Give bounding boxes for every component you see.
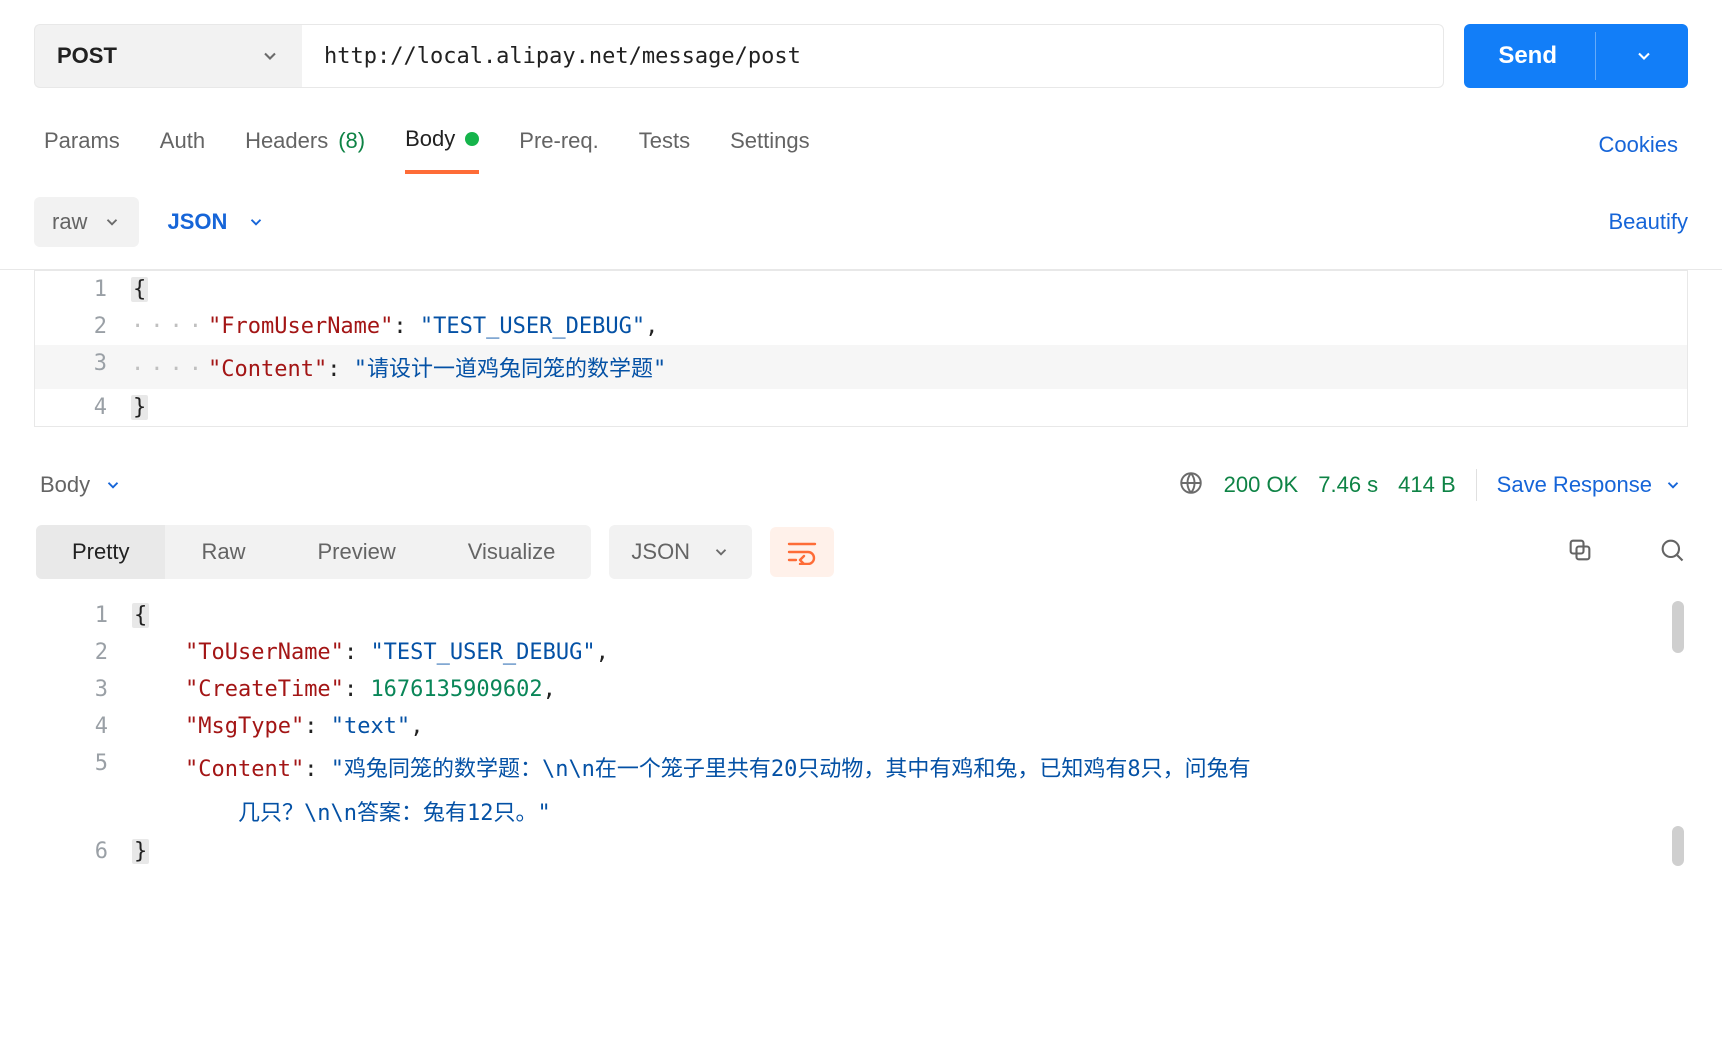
chevron-down-icon (712, 543, 730, 561)
seg-label: Visualize (468, 539, 556, 564)
tab-body[interactable]: Body (405, 116, 479, 174)
copy-icon[interactable] (1566, 536, 1594, 569)
code-line-wrap: 几只？\n\n答案：兔有12只。" (132, 789, 1686, 833)
wrap-lines-button[interactable] (770, 527, 834, 577)
seg-label: Raw (201, 539, 245, 564)
save-response-label: Save Response (1497, 472, 1652, 498)
body-mode-dropdown[interactable]: raw (34, 197, 139, 247)
seg-label: Preview (317, 539, 395, 564)
line-number: 2 (36, 634, 132, 671)
send-button[interactable]: Send (1464, 24, 1688, 88)
tab-label: Settings (730, 128, 810, 154)
tab-auth[interactable]: Auth (160, 118, 205, 172)
chevron-down-icon (1634, 46, 1654, 66)
tab-label: Tests (639, 128, 690, 154)
divider (1476, 469, 1477, 501)
beautify-label: Beautify (1609, 209, 1689, 234)
code-line: } (131, 389, 1687, 426)
code-line: "Content": "鸡兔同笼的数学题：\n\n在一个笼子里共有20只动物，其… (132, 745, 1686, 789)
code-line: { (132, 597, 1686, 634)
send-button-label: Send (1498, 42, 1557, 70)
chevron-down-icon (103, 213, 121, 231)
tab-label: Body (405, 126, 455, 152)
line-number: 1 (36, 597, 132, 634)
response-size: 414 B (1398, 472, 1456, 498)
http-method-dropdown[interactable]: POST (34, 24, 302, 88)
tab-label: Params (44, 128, 120, 154)
divider (1595, 32, 1596, 80)
tab-settings[interactable]: Settings (730, 118, 810, 172)
beautify-link[interactable]: Beautify (1609, 209, 1689, 235)
cookies-label: Cookies (1599, 132, 1678, 157)
line-number: 3 (36, 671, 132, 708)
code-line: ····"Content": "请设计一道鸡兔同笼的数学题" (131, 345, 1687, 389)
seg-preview[interactable]: Preview (281, 525, 431, 579)
line-number: 1 (35, 271, 131, 308)
tab-headers[interactable]: Headers (8) (245, 118, 365, 172)
chevron-down-icon (1664, 476, 1682, 494)
line-number: 2 (35, 308, 131, 345)
modified-dot-icon (465, 132, 479, 146)
cookies-link[interactable]: Cookies (1599, 132, 1678, 158)
line-number: 3 (35, 345, 131, 382)
response-time: 7.46 s (1318, 472, 1378, 498)
search-icon[interactable] (1658, 536, 1686, 569)
save-response-dropdown[interactable]: Save Response (1497, 472, 1682, 498)
tab-label: Headers (245, 128, 328, 154)
tab-tests[interactable]: Tests (639, 118, 690, 172)
chevron-down-icon (247, 213, 265, 231)
code-line: ····"FromUserName": "TEST_USER_DEBUG", (131, 308, 1687, 345)
line-number (36, 789, 132, 801)
request-body-editor[interactable]: 1 { 2 ····"FromUserName": "TEST_USER_DEB… (34, 270, 1688, 427)
response-format-dropdown[interactable]: JSON (609, 525, 752, 579)
response-status: 200 OK (1224, 472, 1299, 498)
line-number: 4 (36, 708, 132, 745)
line-number: 6 (36, 833, 132, 870)
tab-label: Auth (160, 128, 205, 154)
tab-prerequest[interactable]: Pre-req. (519, 118, 598, 172)
tab-params[interactable]: Params (44, 118, 120, 172)
seg-pretty[interactable]: Pretty (36, 525, 165, 579)
line-number: 4 (35, 389, 131, 426)
code-line: { (131, 271, 1687, 308)
seg-raw[interactable]: Raw (165, 525, 281, 579)
seg-label: Pretty (72, 539, 129, 564)
code-line: "CreateTime": 1676135909602, (132, 671, 1686, 708)
response-section-dropdown[interactable]: Body (40, 472, 122, 498)
response-view-segmented: Pretty Raw Preview Visualize (36, 525, 591, 579)
http-method-label: POST (57, 43, 117, 69)
body-format-label: JSON (167, 209, 227, 235)
body-mode-label: raw (52, 209, 87, 235)
code-line: "MsgType": "text", (132, 708, 1686, 745)
tab-label: Pre-req. (519, 128, 598, 154)
line-number: 5 (36, 745, 132, 782)
code-line: } (132, 833, 1686, 870)
response-section-label: Body (40, 472, 90, 498)
request-url-input[interactable] (302, 24, 1444, 88)
response-body-viewer[interactable]: 1 { 2 "ToUserName": "TEST_USER_DEBUG", 3… (36, 597, 1686, 870)
response-format-label: JSON (631, 539, 690, 565)
code-line: "ToUserName": "TEST_USER_DEBUG", (132, 634, 1686, 671)
chevron-down-icon (260, 46, 280, 66)
globe-icon[interactable] (1178, 470, 1204, 501)
seg-visualize[interactable]: Visualize (432, 525, 592, 579)
chevron-down-icon (104, 476, 122, 494)
body-format-dropdown[interactable]: JSON (167, 209, 265, 235)
scrollbar-thumb[interactable] (1672, 601, 1684, 653)
scrollbar-thumb[interactable] (1672, 826, 1684, 866)
headers-count: (8) (338, 128, 365, 154)
